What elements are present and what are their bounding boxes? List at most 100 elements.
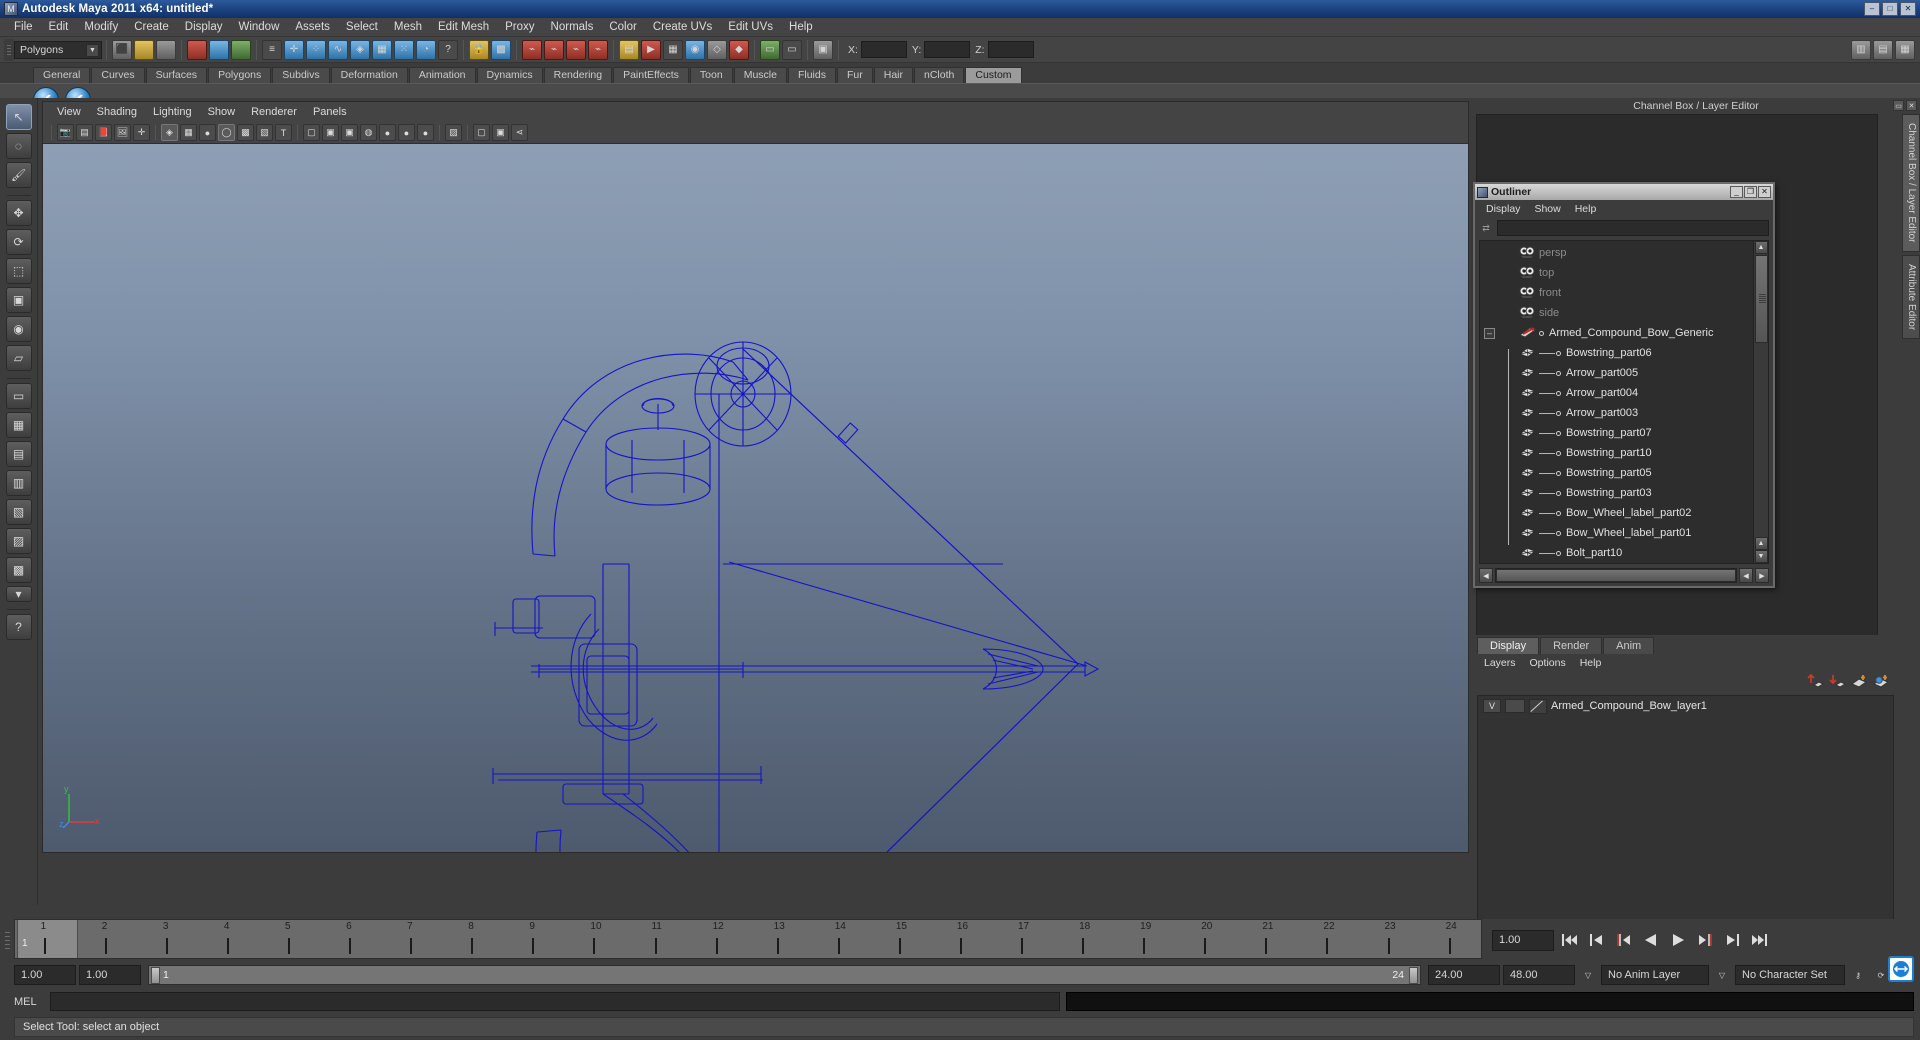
shelf-tab-deformation[interactable]: Deformation — [330, 66, 408, 83]
no-lights-icon[interactable]: ● — [398, 124, 415, 141]
show-tool-settings-icon[interactable]: ▦ — [1895, 39, 1915, 60]
anim-layer-dropdown[interactable]: No Anim Layer — [1601, 965, 1709, 985]
universal-manipulator-icon[interactable]: ▣ — [5, 287, 32, 313]
default-lighting-icon[interactable]: ▣ — [341, 124, 358, 141]
tab-anim[interactable]: Anim — [1603, 637, 1655, 654]
collapse-expander-icon[interactable]: – — [1484, 327, 1495, 339]
xray-joints-icon[interactable]: ▣ — [322, 124, 339, 141]
scroll-up-icon[interactable]: ▲ — [1754, 241, 1768, 254]
select-tool-icon[interactable]: ↖ — [5, 104, 32, 130]
isolate-select-icon[interactable]: ▢ — [473, 124, 490, 141]
persp-viewport[interactable]: persp y x z — [43, 144, 1468, 852]
shelf-tab-ncloth[interactable]: nCloth — [914, 66, 965, 83]
play-forwards-icon[interactable] — [1666, 930, 1689, 951]
bookmark-icon[interactable]: 📕 — [95, 124, 112, 141]
shelf-tab-dynamics[interactable]: Dynamics — [476, 66, 543, 83]
outliner-horizontal-scrollbar[interactable]: ◀ ◀ ▶ — [1479, 567, 1769, 584]
persp-render-layout-icon[interactable]: ▨ — [5, 528, 32, 554]
camera-attributes-icon[interactable]: ▤ — [76, 124, 93, 141]
new-layer-from-selected-icon[interactable] — [1873, 674, 1890, 689]
shade-options-icon[interactable]: ▩ — [237, 124, 254, 141]
step-back-frame-icon[interactable] — [1612, 930, 1635, 951]
smooth-shade-all-icon[interactable]: ▦ — [180, 124, 197, 141]
outliner-item-top[interactable]: top — [1480, 263, 1753, 283]
single-perspective-layout-icon[interactable]: ▭ — [5, 383, 32, 409]
outliner-search-input[interactable] — [1497, 220, 1769, 236]
outliner-item-arrow-part005[interactable]: Arrow_part005 — [1480, 363, 1753, 383]
texture-display-icon[interactable]: ▧ — [256, 124, 273, 141]
xray-display-icon[interactable]: ▢ — [303, 124, 320, 141]
menu-modify[interactable]: Modify — [76, 19, 126, 35]
side-tab-attribute-editor[interactable]: Attribute Editor — [1902, 254, 1920, 339]
tab-render[interactable]: Render — [1540, 637, 1603, 654]
menu-edit[interactable]: Edit — [41, 19, 77, 35]
snap-projected-icon[interactable]: ⌁ — [566, 39, 586, 60]
outliner-item-bowstring-part05[interactable]: Bowstring_part05 — [1480, 463, 1753, 483]
outliner-menu-show[interactable]: Show — [1527, 202, 1567, 216]
range-start-handle[interactable] — [151, 967, 160, 984]
select-object-icon[interactable] — [209, 39, 229, 60]
shelf-tab-toon[interactable]: Toon — [689, 66, 733, 83]
outliner-item-bow-wheel-label-part01[interactable]: Bow_Wheel_label_part01 — [1480, 523, 1753, 543]
hscroll-track[interactable] — [1495, 568, 1737, 583]
outliner-item-armed-compound-bow-generic[interactable]: – Armed_Compound_Bow_Generic — [1480, 323, 1753, 343]
menu-assets[interactable]: Assets — [287, 19, 338, 35]
outliner-item-bowstring-part07[interactable]: Bowstring_part07 — [1480, 423, 1753, 443]
shelf-tab-polygons[interactable]: Polygons — [208, 66, 272, 83]
viewport-menu-renderer[interactable]: Renderer — [243, 105, 305, 119]
surfaces-mask-icon[interactable]: ◈ — [350, 39, 370, 60]
soft-modification-tool-icon[interactable]: ◉ — [5, 316, 32, 342]
menu-help[interactable]: Help — [781, 19, 821, 35]
shelf-tab-muscle[interactable]: Muscle — [733, 66, 787, 83]
menu-color[interactable]: Color — [601, 19, 644, 35]
curves-mask-icon[interactable]: ∿ — [328, 39, 348, 60]
range-start-field[interactable]: 1.00 — [14, 965, 76, 985]
layer-visibility-toggle[interactable]: V — [1483, 699, 1501, 713]
scroll-up-icon[interactable]: ▲ — [1754, 537, 1768, 550]
x-coordinate-field[interactable] — [860, 41, 907, 58]
current-time-field[interactable]: 1.00 — [1492, 929, 1554, 951]
menu-proxy[interactable]: Proxy — [497, 19, 542, 35]
wireframe-shading-icon[interactable]: ◈ — [161, 124, 178, 141]
rotate-tool-icon[interactable]: ⟳ — [5, 229, 32, 255]
outliner-close-button[interactable]: ✕ — [1758, 186, 1771, 198]
animation-start-field[interactable]: 1.00 — [79, 965, 141, 985]
persp-graph-layout-icon[interactable]: ▥ — [5, 470, 32, 496]
go-to-start-icon[interactable] — [1558, 930, 1581, 951]
layer-up-icon[interactable] — [1807, 673, 1824, 689]
select-hierarchy-icon[interactable] — [187, 39, 207, 60]
time-slider-grip[interactable] — [0, 919, 14, 961]
save-scene-icon[interactable] — [156, 39, 176, 60]
hypershade-icon[interactable]: ◇ — [707, 39, 727, 60]
construction-history-icon[interactable]: ▤ — [619, 39, 639, 60]
step-back-keyframe-icon[interactable] — [1585, 930, 1608, 951]
shelf-tab-surfaces[interactable]: Surfaces — [145, 66, 208, 83]
last-tool-used-icon[interactable]: ▱ — [5, 345, 32, 371]
chevron-down-icon[interactable]: ▽ — [1712, 965, 1732, 985]
scroll-left-icon[interactable]: ◀ — [1739, 568, 1753, 583]
viewport-menu-lighting[interactable]: Lighting — [145, 105, 200, 119]
step-forward-keyframe-icon[interactable] — [1720, 930, 1743, 951]
layer-menu-help[interactable]: Help — [1573, 656, 1609, 670]
misc-mask-icon[interactable]: ? — [438, 39, 458, 60]
toggle-text-icon[interactable]: T — [275, 124, 292, 141]
outliner-item-arrow-part004[interactable]: Arrow_part004 — [1480, 383, 1753, 403]
shelf-tab-fluids[interactable]: Fluids — [787, 66, 836, 83]
menu-create[interactable]: Create — [126, 19, 177, 35]
side-tab-channel-box-layer-editor[interactable]: Channel Box / Layer Editor — [1902, 114, 1920, 252]
paint-select-tool-icon[interactable]: 🖌 — [5, 162, 32, 188]
handles-mask-icon[interactable]: ✛ — [284, 39, 304, 60]
lasso-tool-icon[interactable]: ◌ — [5, 133, 32, 159]
shelf-tab-curves[interactable]: Curves — [91, 66, 145, 83]
all-lights-icon[interactable]: ● — [379, 124, 396, 141]
show-manipulator-icon[interactable]: ▣ — [813, 39, 833, 60]
flat-shade-icon[interactable]: ◯ — [218, 124, 235, 141]
snap-point-icon[interactable]: ⌁ — [544, 39, 564, 60]
step-forward-frame-icon[interactable] — [1693, 930, 1716, 951]
outliner-minimize-button[interactable]: _ — [1730, 186, 1743, 198]
outliner-maximize-button[interactable]: ❐ — [1744, 186, 1757, 198]
dynamics-mask-icon[interactable]: ⁙ — [394, 39, 414, 60]
shelf-tab-animation[interactable]: Animation — [408, 66, 476, 83]
outliner-list[interactable]: persp top front side – Armed_Compound_Bo… — [1479, 240, 1769, 564]
z-coordinate-field[interactable] — [987, 41, 1034, 58]
